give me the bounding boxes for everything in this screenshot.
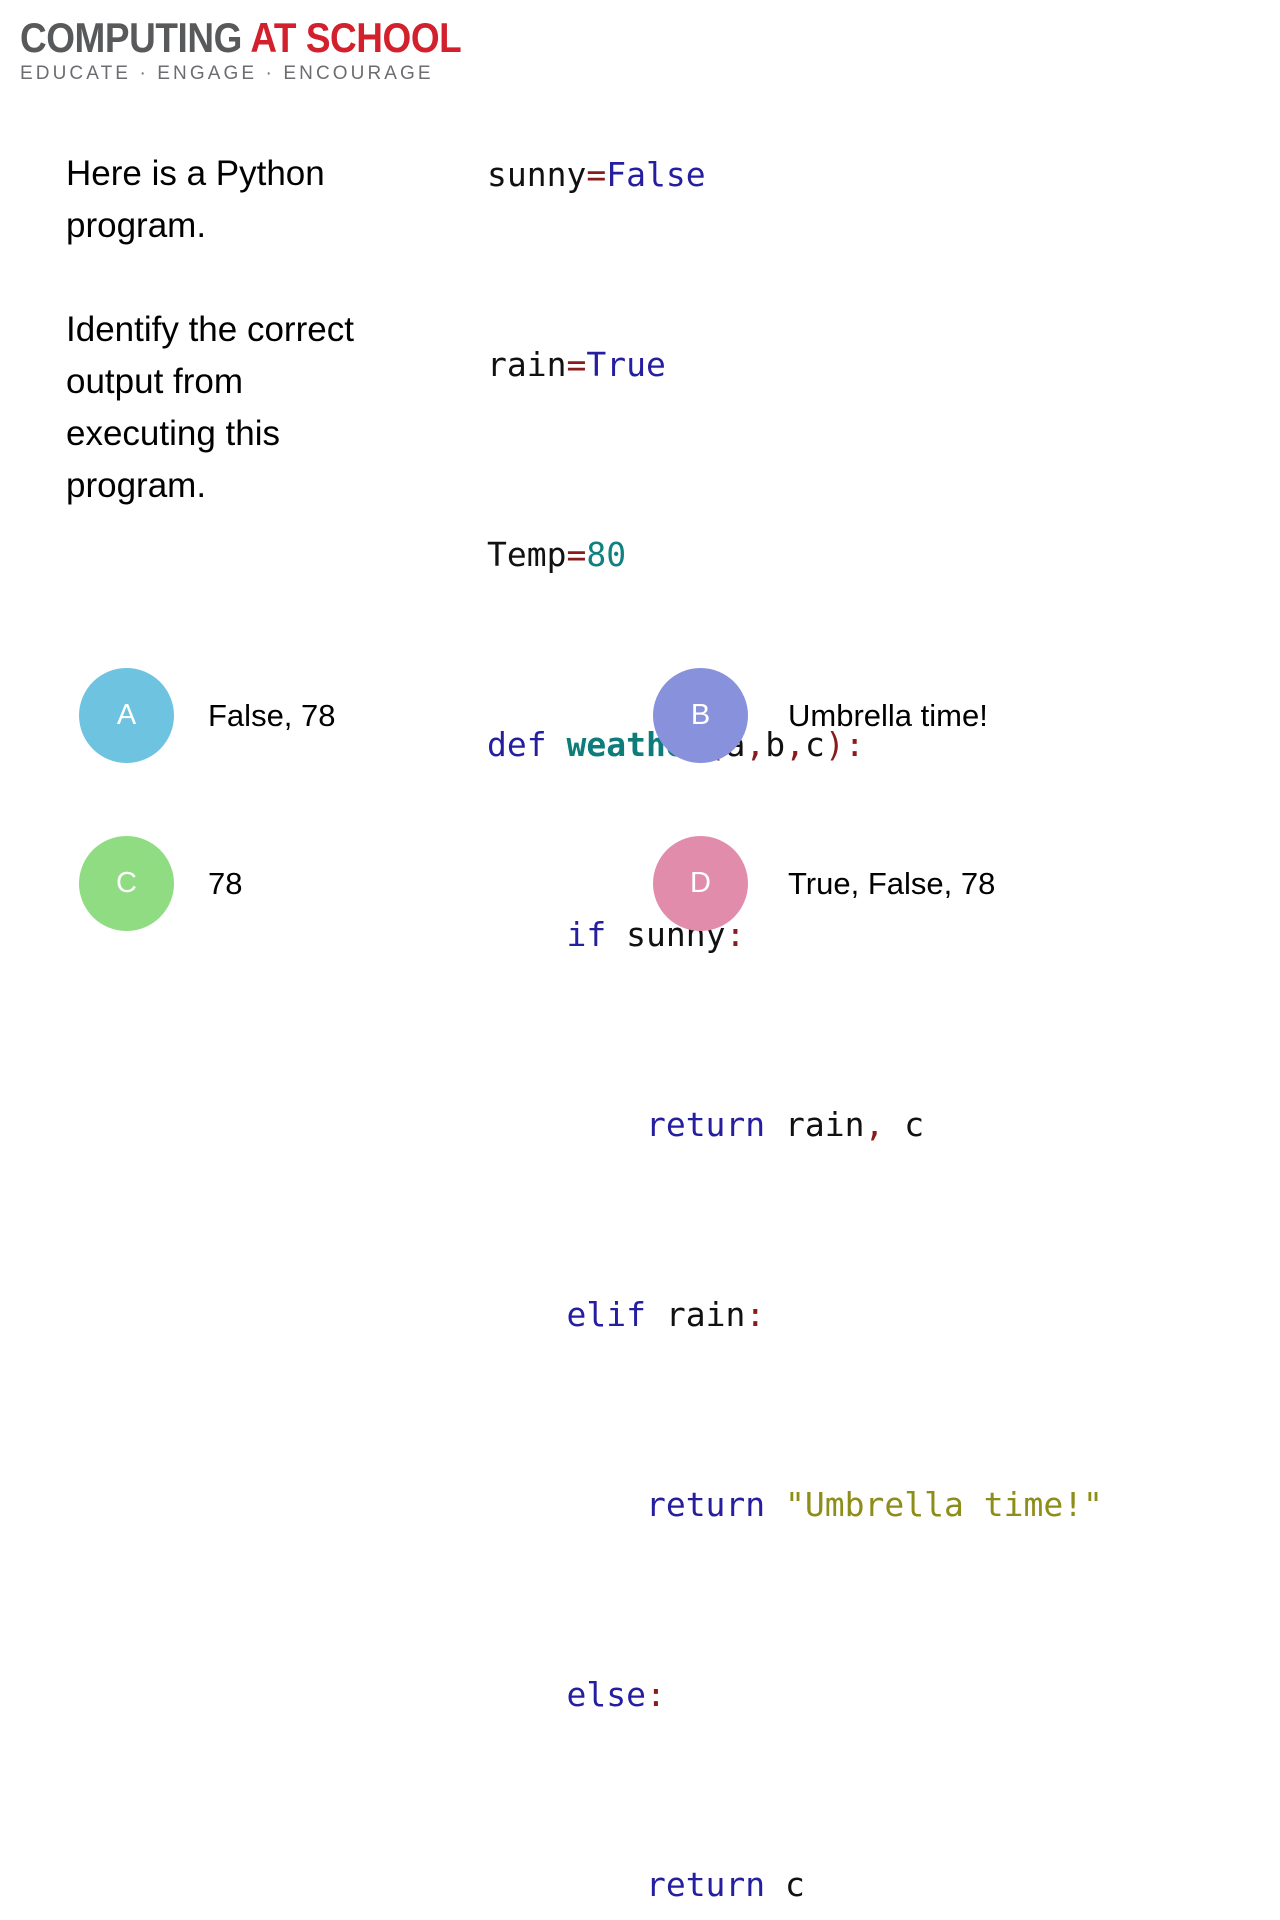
logo-word-primary: COMPUTING [20, 14, 251, 61]
code-token-identifier: sunny [487, 155, 587, 194]
code-token-operator: = [586, 155, 607, 194]
instruction-paragraph-2: Identify the correct output from executi… [66, 304, 446, 512]
instruction-line: output from [66, 362, 244, 401]
code-token-keyword: return [645, 1865, 766, 1904]
code-token-keyword: else [566, 1675, 646, 1714]
code-token-keyword: return [645, 1485, 766, 1524]
code-token-comma: , [864, 1105, 885, 1144]
logo-word-accent: AT SCHOOL [250, 14, 462, 61]
answer-bubble-b[interactable]: B [653, 668, 748, 763]
code-token-boolean: False [606, 155, 706, 194]
answer-text-d: True, False, 78 [788, 865, 996, 901]
answer-letter-b: B [690, 699, 711, 731]
instruction-line: program. [66, 206, 207, 245]
code-line-1: sunny=False [487, 151, 1103, 199]
code-line-8: return "Umbrella time!" [487, 1481, 1103, 1529]
code-line-2: rain=True [487, 341, 1103, 389]
answer-text-c: 78 [208, 865, 243, 901]
answer-letter-c: C [116, 867, 137, 899]
code-token-boolean: True [586, 345, 666, 384]
answer-option-d[interactable]: D True, False, 78 [653, 836, 995, 931]
code-line-10: return c [487, 1861, 1103, 1909]
instruction-line: program. [66, 466, 207, 505]
instruction-line: executing this [66, 414, 281, 453]
code-token-string: "Umbrella time!" [765, 1485, 1103, 1524]
code-token-identifier: c [884, 1105, 925, 1144]
code-token-keyword: return [645, 1105, 766, 1144]
code-line-3: Temp=80 [487, 531, 1103, 579]
code-token-identifier: Temp [487, 535, 567, 574]
answer-option-b[interactable]: B Umbrella time! [653, 668, 988, 763]
code-token-identifier: rain [645, 1295, 746, 1334]
logo-wordmark: COMPUTING AT SCHOOL [20, 14, 462, 61]
code-token-identifier: c [765, 1865, 805, 1904]
answer-bubble-c[interactable]: C [79, 836, 174, 931]
logo-tagline: EDUCATE · ENGAGE · ENCOURAGE [20, 63, 434, 84]
answer-bubble-a[interactable]: A [79, 668, 174, 763]
instruction-paragraph-1: Here is a Python program. [66, 148, 446, 252]
code-token-number: 80 [586, 535, 627, 574]
answer-bubble-d[interactable]: D [653, 836, 748, 931]
code-line-7: elif rain: [487, 1291, 1103, 1339]
code-token-identifier: rain [487, 345, 567, 384]
answer-option-a[interactable]: A False, 78 [79, 668, 336, 763]
code-token-identifier: rain [765, 1105, 865, 1144]
code-token-keyword: def [487, 725, 547, 764]
code-token-operator: = [566, 535, 587, 574]
code-token-operator: = [566, 345, 587, 384]
answer-option-c[interactable]: C 78 [79, 836, 242, 931]
code-token-keyword: if [566, 915, 607, 954]
code-token-colon: : [745, 1295, 766, 1334]
code-line-6: return rain, c [487, 1101, 1103, 1149]
cas-logo: COMPUTING AT SCHOOL EDUCATE · ENGAGE · E… [20, 14, 462, 86]
code-token-keyword: elif [566, 1295, 646, 1334]
instruction-line: Identify the correct [66, 310, 354, 349]
instruction-line: Here is a Python [66, 154, 325, 193]
answer-letter-a: A [116, 699, 137, 731]
instruction-text: Here is a Python program. Identify the c… [66, 148, 446, 512]
answer-letter-d: D [690, 867, 711, 899]
code-line-9: else: [487, 1671, 1103, 1719]
answer-text-b: Umbrella time! [788, 697, 988, 733]
code-token-colon: : [645, 1675, 666, 1714]
python-code-block: sunny=False rain=True Temp=80 def weathe… [487, 56, 1103, 1920]
answer-text-a: False, 78 [208, 697, 336, 733]
